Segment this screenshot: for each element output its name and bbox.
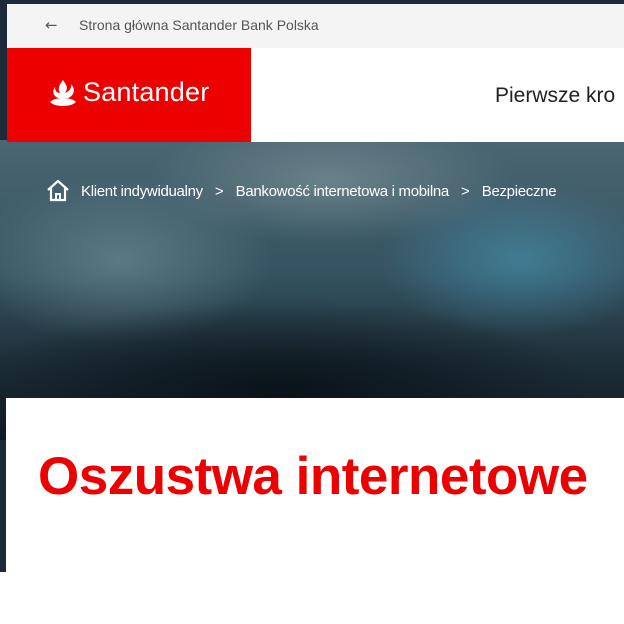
breadcrumb-item-bezpieczne[interactable]: Bezpieczne: [482, 183, 557, 200]
home-page-link[interactable]: Strona główna Santander Bank Polska: [79, 17, 319, 33]
top-return-bar: ← Strona główna Santander Bank Polska: [7, 4, 624, 48]
flame-icon: [50, 80, 76, 106]
page-frame: ← Strona główna Santander Bank Polska Sa…: [0, 0, 624, 572]
santander-logo[interactable]: Santander: [7, 48, 251, 142]
chevron-right-icon: >: [214, 182, 224, 200]
content-card: Oszustwa internetowe: [6, 398, 624, 572]
site-header: Santander Pierwsze kro: [7, 48, 624, 142]
breadcrumb: Klient indywidualny > Bankowość internet…: [45, 178, 557, 204]
arrow-left-icon[interactable]: ←: [45, 16, 63, 34]
breadcrumb-item-bankowosc[interactable]: Bankowość internetowa i mobilna: [236, 183, 450, 200]
home-icon[interactable]: [45, 178, 71, 204]
page-title: Oszustwa internetowe: [38, 447, 588, 506]
nav-item-pierwsze-kroki[interactable]: Pierwsze kro: [495, 84, 615, 108]
chevron-right-icon: >: [460, 182, 470, 200]
breadcrumb-item-klient-indywidualny[interactable]: Klient indywidualny: [81, 183, 203, 200]
logo-wordmark: Santander: [83, 77, 210, 107]
